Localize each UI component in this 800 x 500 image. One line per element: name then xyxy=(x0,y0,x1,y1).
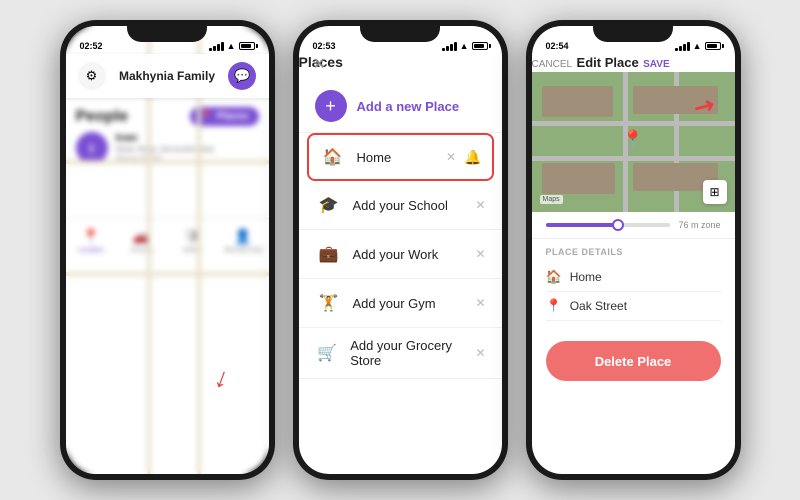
home-icon: 🏠 xyxy=(319,143,347,171)
phone-1: 02:52 ▲ ⚙ Makhynia Family 💬 xyxy=(60,20,275,480)
places-screen-header: ✕ Places xyxy=(299,54,502,72)
place-details: Place details 🏠 Home 📍 Oak Street xyxy=(532,239,735,329)
radius-slider[interactable] xyxy=(546,223,671,227)
notch-1 xyxy=(127,20,207,42)
save-button[interactable]: SAVE xyxy=(643,59,670,70)
map-thumbnail[interactable]: 📍 ↗ Maps ⊞ xyxy=(532,72,735,212)
pin-marker: 📍 xyxy=(622,129,644,150)
add-new-place-button[interactable]: + Add a new Place xyxy=(299,80,502,133)
detail-address-row: 📍 Oak Street xyxy=(546,292,721,321)
phone-2: 02:53 ▲ ✕ Places + Add a new P xyxy=(293,20,508,480)
remove-icon-home[interactable]: ✕ xyxy=(446,150,456,164)
add-new-label: Add a new Place xyxy=(357,99,460,114)
place-item-gym[interactable]: 🏋 Add your Gym ✕ xyxy=(299,279,502,328)
address-icon: 📍 xyxy=(546,298,562,314)
status-icons-1: ▲ xyxy=(209,41,255,51)
place-right-school: ✕ xyxy=(475,198,485,212)
delete-place-button[interactable]: Delete Place xyxy=(546,341,721,381)
home-detail-icon: 🏠 xyxy=(546,269,562,285)
signal-icon-2 xyxy=(442,42,457,51)
place-item-work[interactable]: 💼 Add your Work ✕ xyxy=(299,230,502,279)
place-name-home: Home xyxy=(357,150,392,165)
radius-bar: 76 m zone xyxy=(532,212,735,239)
grocery-icon: 🛒 xyxy=(315,339,341,367)
place-item-grocery[interactable]: 🛒 Add your Grocery Store ✕ xyxy=(299,328,502,379)
time-2: 02:53 xyxy=(313,41,336,51)
edit-place-header: CANCEL Edit Place SAVE xyxy=(532,54,735,72)
place-left-grocery: 🛒 Add your Grocery Store xyxy=(315,338,476,368)
gym-icon: 🏋 xyxy=(315,289,343,317)
family-name: Makhynia Family xyxy=(119,69,215,83)
place-name-grocery: Add your Grocery Store xyxy=(350,338,475,368)
place-item-school[interactable]: 🎓 Add your School ✕ xyxy=(299,181,502,230)
signal-icon xyxy=(209,42,224,51)
notch-2 xyxy=(360,20,440,42)
place-address-value: Oak Street xyxy=(570,299,627,313)
wifi-icon: ▲ xyxy=(227,41,236,51)
maps-label: Maps xyxy=(540,195,563,204)
remove-icon-school[interactable]: ✕ xyxy=(475,198,485,212)
place-left-gym: 🏋 Add your Gym xyxy=(315,289,436,317)
layers-button[interactable]: ⊞ xyxy=(703,180,727,204)
cancel-button[interactable]: CANCEL xyxy=(532,59,573,70)
bell-icon-home[interactable]: 🔔 xyxy=(464,149,481,166)
settings-button[interactable]: ⚙ xyxy=(78,62,106,90)
place-name-value: Home xyxy=(570,270,602,284)
place-right-gym: ✕ xyxy=(475,296,485,310)
close-button[interactable]: ✕ xyxy=(313,54,326,74)
map-header: ⚙ Makhynia Family 💬 xyxy=(66,54,269,98)
phone-3: 02:54 ▲ CANCEL Edit Place SAVE xyxy=(526,20,741,480)
wifi-icon-2: ▲ xyxy=(460,41,469,51)
place-name-work: Add your Work xyxy=(353,247,439,262)
place-left-work: 💼 Add your Work xyxy=(315,240,439,268)
remove-icon-grocery[interactable]: ✕ xyxy=(475,346,485,360)
school-icon: 🎓 xyxy=(315,191,343,219)
gear-icon: ⚙ xyxy=(86,68,98,84)
battery-icon-3 xyxy=(705,42,721,50)
status-icons-3: ▲ xyxy=(675,41,721,51)
battery-icon xyxy=(239,42,255,50)
time-3: 02:54 xyxy=(546,41,569,51)
place-left-home: 🏠 Home xyxy=(319,143,392,171)
remove-icon-gym[interactable]: ✕ xyxy=(475,296,485,310)
work-icon: 💼 xyxy=(315,240,343,268)
add-icon: + xyxy=(315,90,347,122)
status-icons-2: ▲ xyxy=(442,41,488,51)
place-name-school: Add your School xyxy=(353,198,448,213)
remove-icon-work[interactable]: ✕ xyxy=(475,247,485,261)
details-section-title: Place details xyxy=(546,247,721,257)
place-left-school: 🎓 Add your School xyxy=(315,191,448,219)
edit-place-title: Edit Place xyxy=(577,55,639,70)
place-name-gym: Add your Gym xyxy=(353,296,436,311)
wifi-icon-3: ▲ xyxy=(693,41,702,51)
place-item-home[interactable]: 🏠 Home ✕ 🔔 xyxy=(307,133,494,181)
place-right-grocery: ✕ xyxy=(475,346,485,360)
battery-icon-2 xyxy=(472,42,488,50)
signal-icon-3 xyxy=(675,42,690,51)
chat-icon: 💬 xyxy=(234,68,250,84)
notch-3 xyxy=(593,20,673,42)
place-right-home: ✕ 🔔 xyxy=(446,149,482,166)
delete-label: Delete Place xyxy=(595,354,672,369)
place-right-work: ✕ xyxy=(475,247,485,261)
places-list: + Add a new Place 🏠 Home ✕ 🔔 🎓 Add your xyxy=(299,72,502,474)
radius-label: 76 m zone xyxy=(678,220,720,230)
detail-name-row: 🏠 Home xyxy=(546,263,721,292)
time-1: 02:52 xyxy=(80,41,103,51)
chat-button[interactable]: 💬 xyxy=(228,62,256,90)
